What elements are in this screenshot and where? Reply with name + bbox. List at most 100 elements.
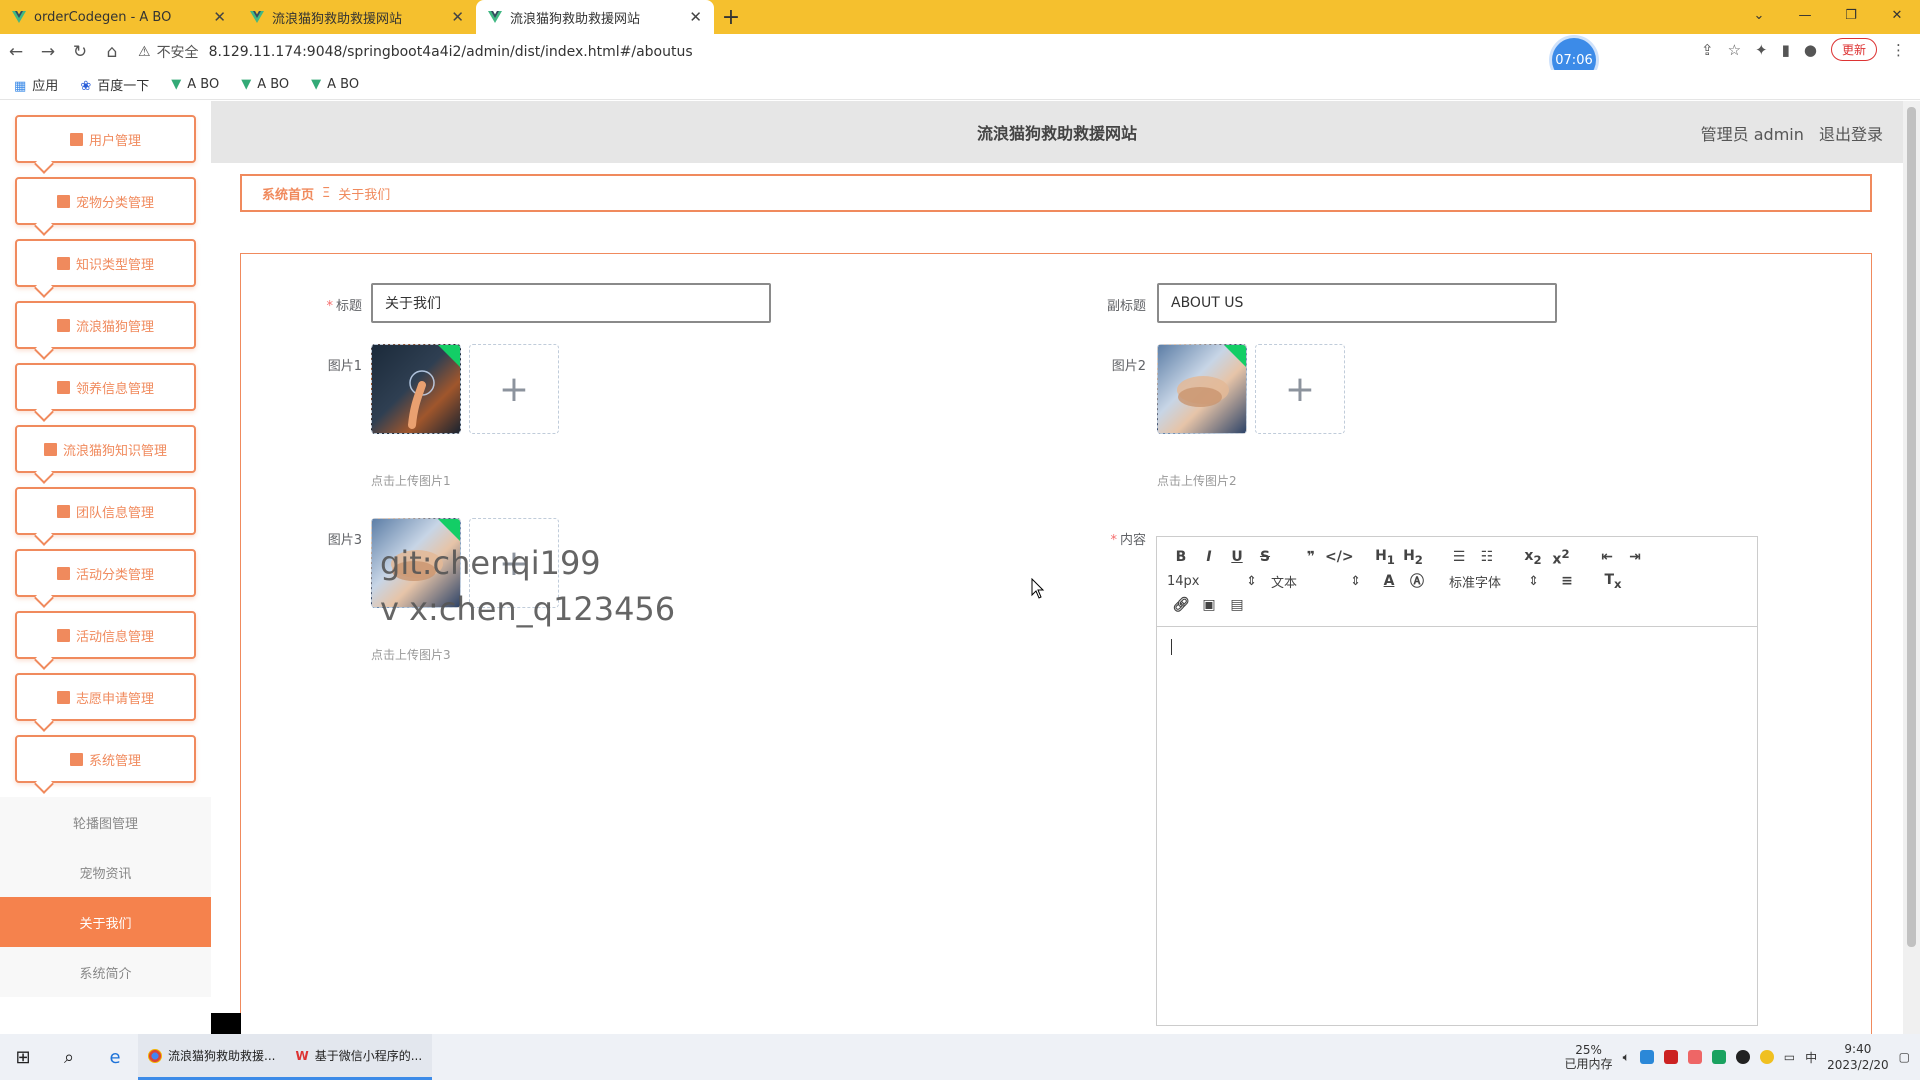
close-icon[interactable]: ✕ [689, 8, 702, 26]
clear-format-icon[interactable]: Tx [1599, 572, 1627, 591]
bookmark-item[interactable]: ▼ A BO [311, 77, 359, 92]
bookmark-item[interactable]: ▦ 应用 [14, 75, 58, 94]
submenu-item-pet-news[interactable]: 宠物资讯 [0, 847, 211, 897]
update-button[interactable]: 更新 [1830, 38, 1877, 61]
bullet-list-icon[interactable]: ☷ [1473, 549, 1501, 565]
sidebar-item-pet-category[interactable]: 宠物分类管理 [15, 177, 196, 225]
ime-indicator[interactable]: 中 [1805, 1049, 1817, 1066]
sidebar-item-activity-category[interactable]: 活动分类管理 [15, 549, 196, 597]
mouse-pointer-icon [1031, 578, 1045, 599]
image2-thumbnail[interactable] [1157, 344, 1247, 434]
shield-icon[interactable] [1663, 1050, 1678, 1064]
browser-tab[interactable]: orderCodegen - A BO ✕ [0, 0, 238, 34]
sidebar-item-system[interactable]: 系统管理 [15, 735, 196, 783]
search-icon[interactable]: ⌕ [46, 1047, 92, 1068]
subtitle-input[interactable]: ABOUT US [1157, 283, 1557, 323]
vue-icon: ▼ [241, 77, 252, 92]
extensions-icon[interactable]: ✦ [1755, 41, 1768, 59]
taskbar-app-wps[interactable]: W 基于微信小程序的... [285, 1034, 433, 1080]
notification-icon[interactable]: ▢ [1899, 1050, 1910, 1064]
browser-tab-active[interactable]: 流浪猫狗救助救援网站 ✕ [476, 0, 714, 34]
profile-icon[interactable]: ● [1804, 41, 1817, 59]
bookmark-item[interactable]: ❀ 百度一下 [80, 75, 149, 94]
qq-icon[interactable] [1735, 1050, 1750, 1064]
tray-app-icon[interactable] [1711, 1050, 1726, 1064]
close-icon[interactable]: ✕ [451, 8, 464, 26]
breadcrumb-home[interactable]: 系统首页 [262, 184, 314, 203]
forward-icon[interactable]: → [32, 42, 64, 62]
ie-browser-icon[interactable]: e [92, 1047, 138, 1068]
font-color-icon[interactable]: A [1375, 573, 1403, 589]
tray-app-icon[interactable] [1639, 1050, 1654, 1064]
volume-icon[interactable]: 🔈︎ [1623, 1050, 1630, 1065]
sidebar-item-activity[interactable]: 活动信息管理 [15, 611, 196, 659]
font-size-select[interactable]: 14px ⇕ [1167, 574, 1257, 589]
minimize-icon[interactable]: — [1782, 0, 1828, 30]
tray-app-icon[interactable] [1687, 1050, 1702, 1064]
sidebar-item-knowledge-type[interactable]: 知识类型管理 [15, 239, 196, 287]
bookmark-item[interactable]: ▼ A BO [241, 77, 289, 92]
heading1-icon[interactable]: H1 [1371, 548, 1399, 567]
font-family-select[interactable]: 标准字体 ⇕ [1449, 572, 1539, 591]
image2-upload-button[interactable]: + [1255, 344, 1345, 434]
image1-thumbnail[interactable] [371, 344, 461, 434]
code-icon[interactable]: </> [1325, 549, 1354, 565]
sidebar-icon[interactable]: ▮ [1782, 41, 1790, 59]
superscript-icon[interactable]: x2 [1547, 547, 1575, 568]
scrollbar-thumb[interactable] [1907, 107, 1916, 947]
new-tab-button[interactable]: + [714, 0, 748, 34]
sidebar-item-team[interactable]: 团队信息管理 [15, 487, 196, 535]
sidebar-item-adoption[interactable]: 领养信息管理 [15, 363, 196, 411]
memory-indicator[interactable]: 25% 已用内存 [1565, 1043, 1613, 1071]
restore-icon[interactable]: ❐ [1828, 0, 1874, 30]
vue-favicon-icon [250, 10, 264, 24]
breadcrumb: 系统首页 Ξ 关于我们 [240, 174, 1872, 212]
submenu-item-carousel[interactable]: 轮播图管理 [0, 797, 211, 847]
underline-icon[interactable]: U [1223, 549, 1251, 565]
tray-app-icon[interactable] [1759, 1050, 1774, 1064]
clock[interactable]: 9:40 2023/2/20 [1827, 1041, 1889, 1073]
network-icon[interactable]: ▭ [1784, 1050, 1795, 1064]
ordered-list-icon[interactable]: ☰ [1445, 549, 1473, 565]
bold-icon[interactable]: B [1167, 549, 1195, 565]
submenu-item-about-us[interactable]: 关于我们 [0, 897, 211, 947]
browser-tab[interactable]: 流浪猫狗救助救援网站 ✕ [238, 0, 476, 34]
video-icon[interactable]: ▤ [1223, 597, 1251, 613]
image1-upload-button[interactable]: + [469, 344, 559, 434]
link-icon[interactable]: 🔗︎ [1167, 597, 1195, 613]
star-icon[interactable]: ☆ [1728, 41, 1741, 59]
editor-content-area[interactable] [1157, 627, 1757, 1025]
bookmark-item[interactable]: ▼ A BO [171, 77, 219, 92]
image-icon[interactable]: ▣ [1195, 597, 1223, 613]
indent-icon[interactable]: ⇥ [1621, 549, 1649, 565]
outdent-icon[interactable]: ⇤ [1593, 549, 1621, 565]
strikethrough-icon[interactable]: S [1251, 549, 1279, 565]
background-color-icon[interactable]: Ⓐ [1403, 571, 1431, 591]
url-field[interactable]: ⚠ 不安全 8.129.11.174:9048/springboot4a4i2/… [138, 38, 1538, 66]
taskbar-app-chrome[interactable]: 流浪猫狗救助救援... [138, 1034, 286, 1080]
heading2-icon[interactable]: H2 [1399, 548, 1427, 567]
sidebar-item-users[interactable]: 用户管理 [15, 115, 196, 163]
image3-tip: 点击上传图片3 [371, 648, 451, 662]
align-icon[interactable]: ≡ [1553, 573, 1581, 589]
page-scrollbar[interactable] [1903, 101, 1920, 1034]
windows-start-icon[interactable]: ⊞ [0, 1047, 46, 1068]
back-icon[interactable]: ← [0, 42, 32, 62]
home-icon[interactable]: ⌂ [96, 42, 128, 62]
more-icon[interactable]: ⋮ [1891, 41, 1906, 59]
sidebar-item-stray-pets[interactable]: 流浪猫狗管理 [15, 301, 196, 349]
sidebar-item-pet-knowledge[interactable]: 流浪猫狗知识管理 [15, 425, 196, 473]
text-type-select[interactable]: 文本 ⇕ [1271, 572, 1361, 591]
close-window-icon[interactable]: ✕ [1874, 0, 1920, 30]
chevron-down-icon[interactable]: ⌄ [1736, 0, 1782, 30]
sidebar-item-volunteer[interactable]: 志愿申请管理 [15, 673, 196, 721]
share-icon[interactable]: ⇪ [1701, 41, 1714, 59]
title-input[interactable]: 关于我们 [371, 283, 771, 323]
italic-icon[interactable]: I [1195, 549, 1223, 565]
close-icon[interactable]: ✕ [213, 8, 226, 26]
logout-link[interactable]: 退出登录 [1819, 125, 1883, 144]
reload-icon[interactable]: ↻ [64, 42, 96, 62]
blockquote-icon[interactable]: ❞ [1297, 549, 1325, 565]
subscript-icon[interactable]: x2 [1519, 548, 1547, 567]
submenu-item-system-intro[interactable]: 系统简介 [0, 947, 211, 997]
